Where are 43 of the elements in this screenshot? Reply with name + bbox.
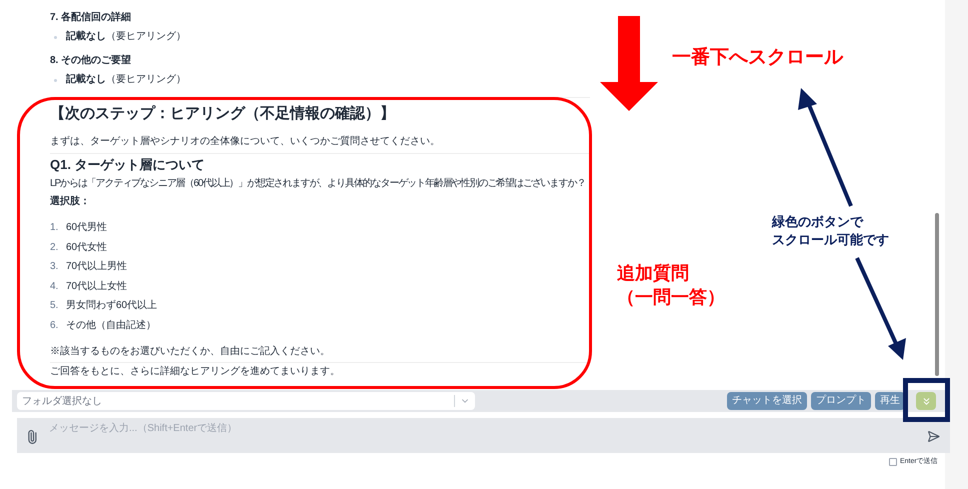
section-heading: 7. 各配信回の詳細 bbox=[50, 11, 132, 25]
button-annotation: 緑色のボタンで bbox=[772, 213, 863, 231]
message-box[interactable]: メッセージを入力...（Shift+Enterで送信） bbox=[17, 418, 950, 453]
highlight-frame bbox=[903, 378, 950, 422]
scrollbar-thumb[interactable] bbox=[935, 213, 939, 376]
choice-number: 2. bbox=[50, 240, 60, 254]
hearing-title: 【次のステップ：ヒアリング（不足情報の確認）】 bbox=[50, 104, 396, 124]
toolbar-button[interactable]: 再生 bbox=[875, 392, 905, 410]
choice-text: 60代男性 bbox=[66, 221, 108, 235]
choice-number: 5. bbox=[50, 299, 60, 313]
choice-text: 70代以上男性 bbox=[66, 260, 128, 274]
scroll-down-button[interactable] bbox=[916, 392, 936, 410]
bullet-icon bbox=[54, 36, 57, 38]
message-field[interactable]: メッセージを入力...（Shift+Enterで送信） bbox=[49, 421, 927, 436]
choice-number: 1. bbox=[50, 221, 60, 235]
choice-text: 70代以上女性 bbox=[66, 280, 128, 294]
scroll-annotation: 一番下へスクロール bbox=[672, 46, 843, 70]
send-icon[interactable] bbox=[927, 430, 940, 443]
question-annotation: （一問一答） bbox=[617, 286, 725, 309]
toolbar-button[interactable]: プロンプト bbox=[811, 392, 871, 410]
question-annotation: 追加質問 bbox=[617, 262, 689, 285]
closing-text: ご回答をもとに、さらに詳細なヒアリングを進めてまいります。 bbox=[50, 364, 341, 378]
intro-text: まずは、ターゲット層やシナリオの全体像について、いくつかご質問させてください。 bbox=[50, 135, 441, 149]
choice-text: 60代女性 bbox=[66, 240, 108, 254]
choice-text: その他（自由記述） bbox=[66, 318, 156, 332]
checkbox[interactable] bbox=[889, 458, 897, 466]
toolbar-button[interactable]: チャットを選択 bbox=[727, 392, 807, 410]
chevrons-down-icon bbox=[920, 396, 932, 406]
choice-text: 男女問わず60代以上 bbox=[66, 299, 158, 313]
choice-number: 6. bbox=[50, 318, 60, 332]
choices-label: 選択肢： bbox=[50, 195, 91, 209]
section-heading: 8. その他のご要望 bbox=[50, 54, 132, 68]
folder-select[interactable]: フォルダ選択なし bbox=[17, 392, 475, 410]
choice-number: 3. bbox=[50, 260, 60, 274]
bullet-icon bbox=[54, 78, 57, 82]
choice-number: 4. bbox=[50, 280, 60, 294]
note-text: ※該当するものをお選びいただくか、自由にご記入ください。 bbox=[50, 344, 331, 358]
question-heading: Q1. ターゲット層について bbox=[50, 156, 206, 174]
bullet-text: 記載なし（要ヒアリング） bbox=[66, 30, 186, 44]
question-text: LPからは「アクティブなシニア層（60代以上）」が想定されますが、より具体的なターゲット年齢層や性別のご希望はございますか？ bbox=[50, 177, 586, 191]
bullet-text: 記載なし（要ヒアリング） bbox=[66, 73, 186, 87]
down-arrow-icon bbox=[598, 16, 658, 111]
button-annotation: スクロール可能です bbox=[772, 231, 889, 249]
